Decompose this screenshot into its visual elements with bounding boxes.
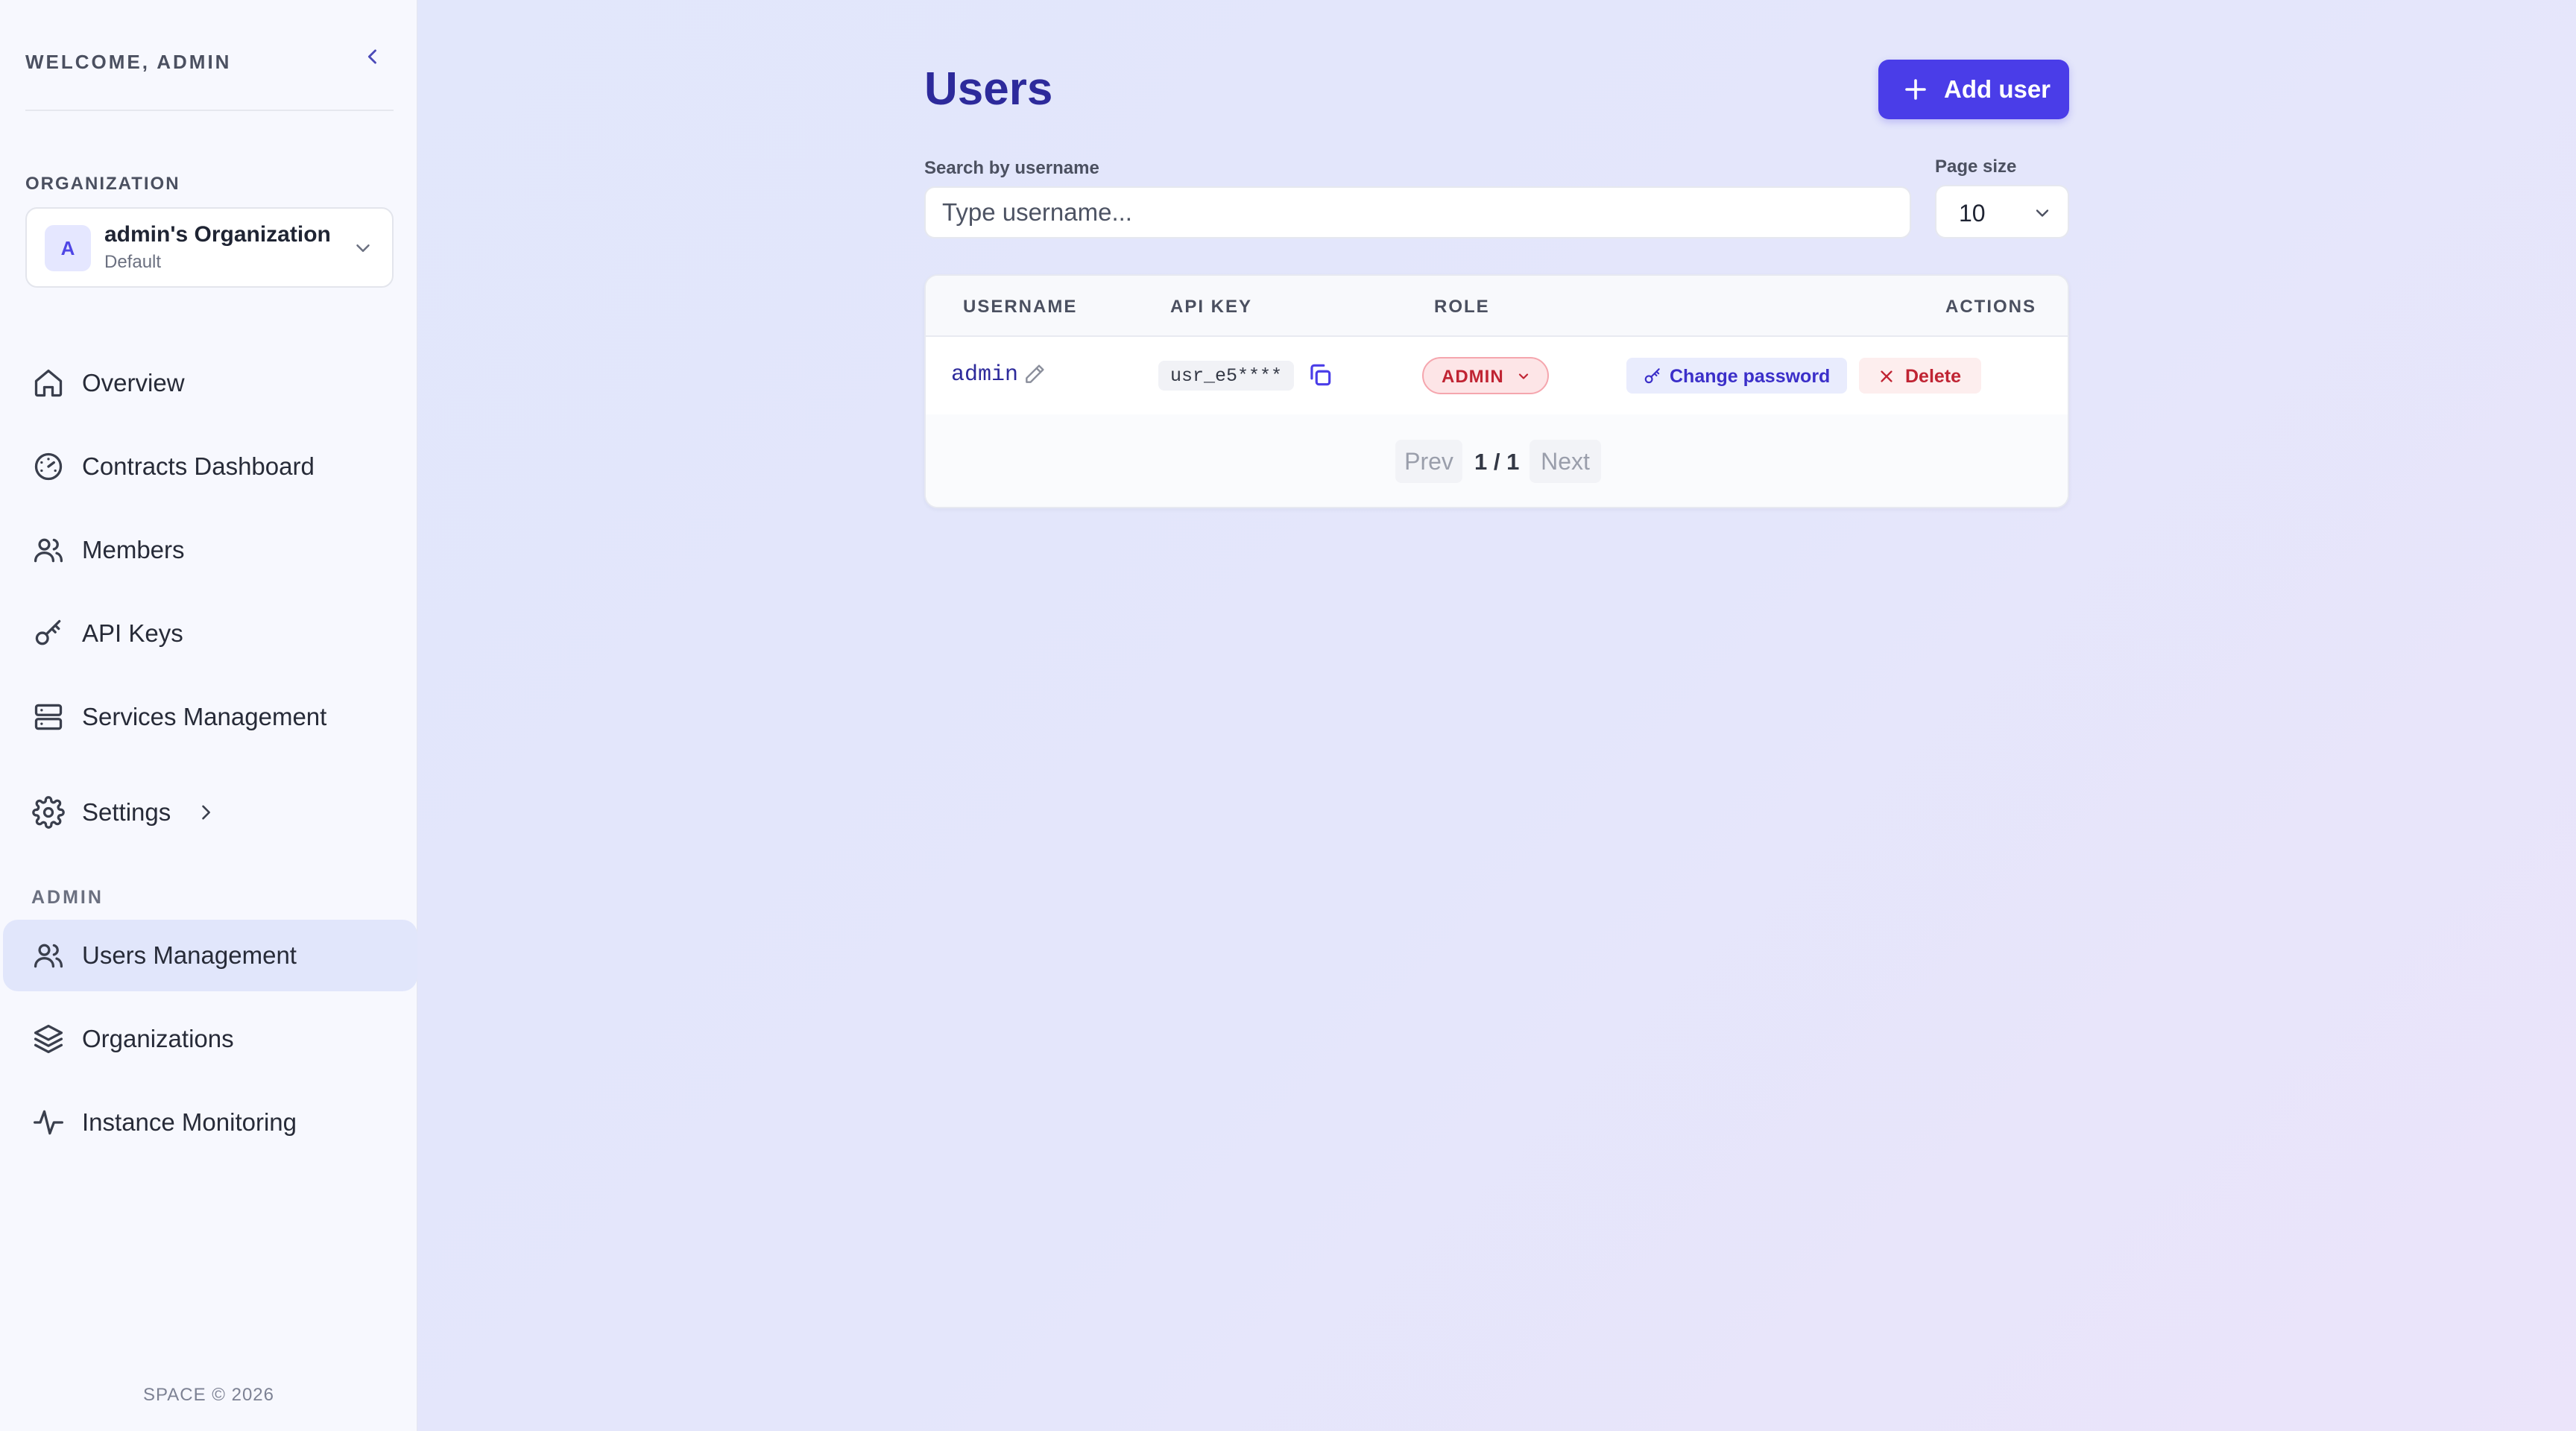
collapse-sidebar-button[interactable] (358, 42, 388, 72)
chevron-down-icon (2036, 209, 2049, 217)
next-page-button[interactable]: Next (1530, 440, 1601, 483)
sidebar-item-label: Members (82, 536, 185, 563)
gauge-icon (31, 449, 66, 484)
api-key-value: usr_e5**** (1158, 361, 1295, 391)
organization-label: ORGANIZATION (25, 174, 180, 194)
table-row: admin usr_e5**** ADMIN Change password D… (926, 337, 2068, 414)
organization-selector[interactable]: A admin's Organization Default (25, 207, 394, 288)
current-page-indicator: 1 / 1 (1474, 449, 1520, 475)
users-table-card: USERNAME API KEY ROLE ACTIONS admin usr_… (924, 274, 2069, 508)
users-icon (31, 938, 66, 973)
username-link[interactable]: admin (951, 362, 1018, 388)
sidebar-item-api-keys[interactable]: API Keys (3, 598, 417, 669)
pencil-icon[interactable] (1023, 362, 1046, 386)
change-password-button[interactable]: Change password (1626, 358, 1847, 394)
chevron-down-icon (356, 244, 370, 252)
sidebar-item-label: Instance Monitoring (82, 1108, 297, 1136)
chevron-down-icon (1518, 373, 1529, 379)
prev-page-button[interactable]: Prev (1395, 440, 1462, 483)
gear-icon (31, 795, 66, 830)
sidebar-item-overview[interactable]: Overview (3, 347, 417, 419)
activity-icon (31, 1105, 66, 1140)
sidebar-item-instance-monitoring[interactable]: Instance Monitoring (3, 1087, 417, 1158)
admin-section-label: ADMIN (31, 887, 104, 908)
sidebar: WELCOME, ADMIN ORGANIZATION A admin's Or… (0, 0, 417, 1431)
table-header: USERNAME API KEY ROLE ACTIONS (926, 276, 2068, 337)
page-title: Users (924, 63, 1053, 115)
sidebar-item-users-management[interactable]: Users Management (3, 920, 417, 991)
org-name: admin's Organization (104, 222, 331, 247)
plus-icon (1905, 79, 1926, 100)
page-size-select[interactable]: 10 (1935, 185, 2069, 238)
column-header-actions: ACTIONS (1945, 297, 2036, 317)
change-password-label: Change password (1670, 366, 1831, 387)
sidebar-item-settings[interactable]: Settings (3, 777, 417, 848)
delete-user-button[interactable]: Delete (1859, 358, 1981, 394)
sidebar-divider (25, 110, 394, 111)
page-size-value: 10 (1959, 200, 1986, 227)
sidebar-item-label: Overview (82, 369, 185, 397)
sidebar-item-label: Users Management (82, 941, 297, 969)
sidebar-item-services-management[interactable]: Services Management (3, 681, 417, 753)
key-icon (1644, 368, 1660, 384)
org-subtitle: Default (104, 252, 162, 272)
page-size-label: Page size (1935, 157, 2017, 177)
welcome-text: WELCOME, ADMIN (25, 51, 232, 73)
copy-icon[interactable] (1306, 361, 1334, 389)
key-icon (31, 616, 66, 651)
server-icon (31, 700, 66, 734)
chevron-left-icon (367, 49, 376, 64)
sidebar-item-label: Services Management (82, 703, 327, 730)
add-user-label: Add user (1944, 75, 2051, 103)
column-header-api-key: API KEY (1170, 297, 1253, 317)
users-icon (31, 533, 66, 567)
column-header-username: USERNAME (963, 297, 1078, 317)
layers-icon (31, 1022, 66, 1056)
sidebar-item-organizations[interactable]: Organizations (3, 1003, 417, 1075)
sidebar-item-members[interactable]: Members (3, 514, 417, 586)
search-label: Search by username (924, 158, 1099, 178)
home-icon (31, 366, 66, 400)
add-user-button[interactable]: Add user (1878, 60, 2069, 119)
sidebar-item-label: Settings (82, 798, 171, 826)
sidebar-item-label: Organizations (82, 1025, 234, 1052)
org-avatar: A (45, 225, 91, 271)
sidebar-item-label: API Keys (82, 619, 183, 647)
delete-label: Delete (1905, 366, 1962, 387)
chevron-right-icon (202, 805, 210, 820)
search-input[interactable] (924, 186, 1911, 238)
role-label: ADMIN (1442, 367, 1504, 387)
close-icon (1881, 370, 1892, 382)
pagination: Prev 1 / 1 Next (926, 414, 2068, 507)
footer-copyright: SPACE © 2026 (143, 1385, 274, 1405)
sidebar-item-contracts-dashboard[interactable]: Contracts Dashboard (3, 431, 417, 502)
role-dropdown[interactable]: ADMIN (1422, 357, 1549, 394)
sidebar-item-label: Contracts Dashboard (82, 452, 315, 480)
column-header-role: ROLE (1434, 297, 1490, 317)
